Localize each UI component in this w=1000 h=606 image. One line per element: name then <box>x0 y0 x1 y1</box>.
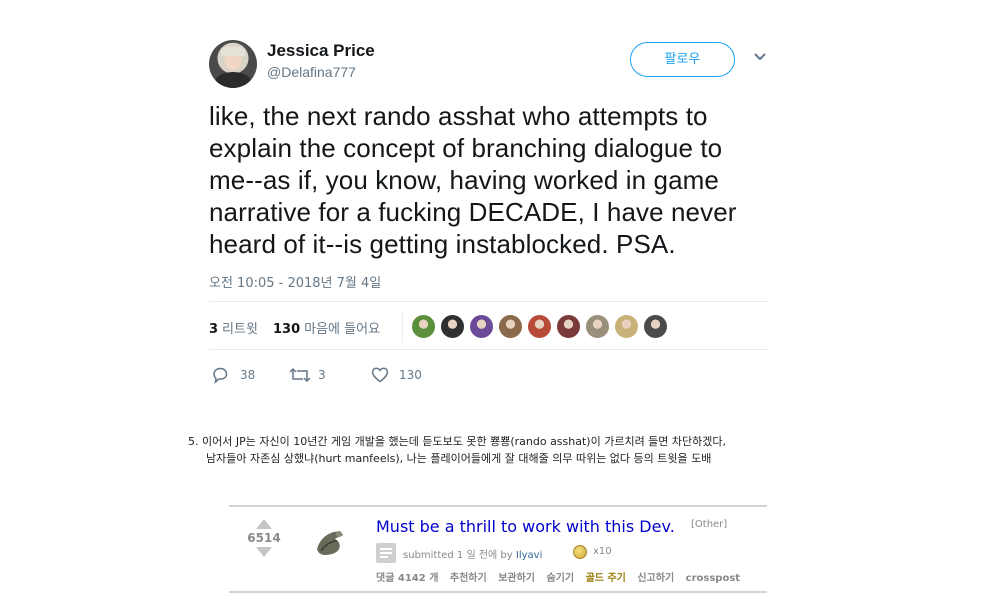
save-link[interactable]: 보관하기 <box>498 573 535 584</box>
downvote-arrow-icon[interactable] <box>256 547 272 557</box>
divider <box>209 301 769 302</box>
liker-avatar[interactable] <box>498 314 523 339</box>
reply-count: 38 <box>240 368 256 382</box>
liker-avatar[interactable] <box>614 314 639 339</box>
post-buttons: 댓글 4142 개 추천하기 보관하기 숨기기 골드 주기 신고하기 cross… <box>376 569 748 584</box>
retweet-stat-count: 3 <box>209 322 219 337</box>
stat-separator <box>402 312 403 342</box>
retweet-stat[interactable]: 3 리트윗 <box>209 318 258 337</box>
post-thumbnail[interactable] <box>311 525 349 561</box>
reply-button[interactable]: 38 <box>211 364 261 388</box>
post-title[interactable]: Must be a thrill to work with this Dev. <box>376 517 675 536</box>
liker-avatar[interactable] <box>469 314 494 339</box>
tweet-card: Jessica Price @Delafina777 팔로우 like, the… <box>209 38 769 384</box>
submitted-text: submitted 1 일 전에 by <box>403 550 513 561</box>
gold-coin-icon <box>573 545 587 559</box>
tweet-text: like, the next rando asshat who attempts… <box>209 101 737 259</box>
heart-icon <box>371 367 389 383</box>
like-button[interactable]: 130 <box>371 364 431 388</box>
like-stat[interactable]: 130 마음에 들어요 <box>273 318 380 337</box>
liker-avatar[interactable] <box>643 314 668 339</box>
submitted-info: submitted 1 일 전에 by Ilyavi <box>403 546 542 561</box>
reddit-post: 6514 Must be a thrill to work with this … <box>229 505 767 593</box>
reply-icon <box>213 367 228 384</box>
retweet-icon <box>289 367 311 383</box>
tweet-actions: 38 3 130 <box>209 364 509 388</box>
vote-box: 6514 <box>245 519 283 557</box>
gild-count: x10 <box>593 546 612 557</box>
like-stat-label: 마음에 들어요 <box>304 322 381 337</box>
divider <box>209 349 769 350</box>
tweet-timestamp[interactable]: 오전 10:05 - 2018년 7월 4일 <box>209 272 381 291</box>
report-link[interactable]: 신고하기 <box>637 573 674 584</box>
liker-avatar[interactable] <box>411 314 436 339</box>
divider <box>229 591 767 593</box>
author-name[interactable]: Jessica Price <box>267 41 375 61</box>
expand-text-icon[interactable] <box>376 543 396 563</box>
hide-link[interactable]: 숨기기 <box>546 573 574 584</box>
divider <box>229 505 767 507</box>
give-gold-link[interactable]: 골드 주기 <box>586 573 626 584</box>
retweet-stat-label: 리트윗 <box>222 322 258 337</box>
like-count: 130 <box>399 368 422 382</box>
post-author[interactable]: Ilyavi <box>516 550 542 561</box>
comments-link[interactable]: 댓글 4142 개 <box>376 573 438 584</box>
author-handle[interactable]: @Delafina777 <box>267 64 356 80</box>
retweet-count: 3 <box>318 368 326 382</box>
tweet-stats: 3 리트윗 130 마음에 들어요 <box>209 308 769 348</box>
recommend-link[interactable]: 추천하기 <box>450 573 487 584</box>
retweet-button[interactable]: 3 <box>289 364 339 388</box>
post-score: 6514 <box>247 531 281 545</box>
chevron-down-icon[interactable] <box>753 50 767 64</box>
liker-avatar[interactable] <box>556 314 581 339</box>
commentary-line-2: 남자들아 자존심 상했냐(hurt manfeels), 나는 플레이어들에게 … <box>206 452 712 465</box>
like-stat-count: 130 <box>273 322 301 337</box>
commentary: 5. 이어서 JP는 자신이 10년간 게임 개발을 했는데 듣도보도 못한 뿅… <box>188 433 828 467</box>
avatar[interactable] <box>209 40 257 88</box>
crosspost-link[interactable]: crosspost <box>686 573 740 584</box>
upvote-arrow-icon[interactable] <box>256 519 272 529</box>
liker-avatar[interactable] <box>527 314 552 339</box>
tweet-header: Jessica Price @Delafina777 팔로우 <box>209 38 769 90</box>
post-flair: [Other] <box>691 519 728 530</box>
liker-avatar[interactable] <box>440 314 465 339</box>
liker-avatar[interactable] <box>585 314 610 339</box>
follow-button[interactable]: 팔로우 <box>630 42 735 77</box>
commentary-line-1: 5. 이어서 JP는 자신이 10년간 게임 개발을 했는데 듣도보도 못한 뿅… <box>188 435 727 448</box>
